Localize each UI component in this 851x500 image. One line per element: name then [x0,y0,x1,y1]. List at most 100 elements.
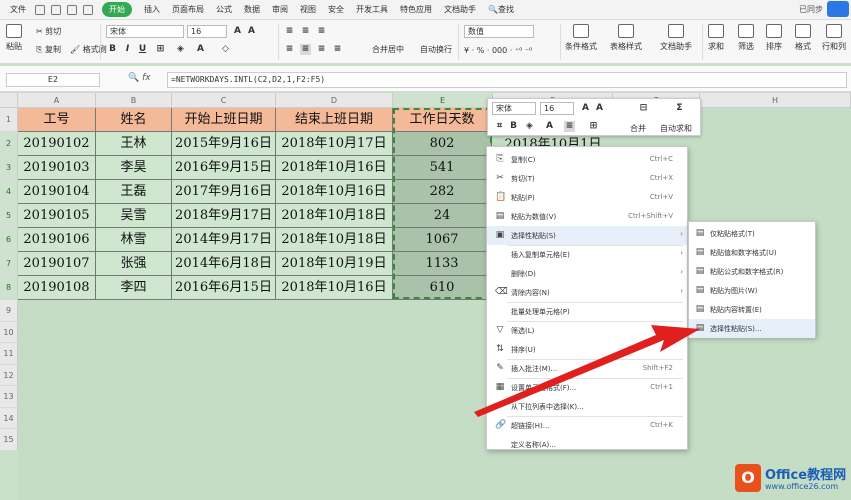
column-header-h[interactable]: H [700,93,851,108]
print-icon[interactable] [51,4,61,15]
column-header-c[interactable]: C [172,93,276,108]
column-header-a[interactable]: A [18,93,96,108]
submenu-item[interactable]: ▤ 粘贴值和数字格式(U) [689,243,815,262]
context-menu-item[interactable]: ▦ 设置单元格格式(F)... Ctrl+1 [487,378,687,397]
context-menu-item[interactable]: 定义名称(A)... [487,435,687,454]
cell-b3[interactable]: 李昊 [96,156,172,180]
font-size-select[interactable]: 16 [187,25,227,38]
name-box[interactable]: E2 [6,73,100,87]
tab-security[interactable]: 安全 [328,4,344,15]
font-name-select[interactable]: 宋体 [106,25,184,38]
filter-button[interactable]: 筛选 [738,24,754,52]
context-menu-item[interactable]: ✎ 插入批注(M)... Shift+F2 [487,359,687,378]
row-header-9[interactable]: 9 [0,300,18,322]
paste-button[interactable]: 粘贴 [6,24,22,52]
context-menu-item[interactable]: ⌫ 清除内容(N) › [487,283,687,302]
cell-c3[interactable]: 2016年9月15日 [172,156,276,180]
align-bottom-icon[interactable]: ≡ [316,26,327,37]
cell-b4[interactable]: 王磊 [96,180,172,204]
cell-b8[interactable]: 李四 [96,276,172,300]
zoom-icon[interactable]: 🔍 [128,73,139,83]
format-painter-button[interactable]: 🖌 格式刷 [70,44,107,55]
row-header-8[interactable]: 8 [0,276,18,300]
cell-a3[interactable]: 20190103 [18,156,96,180]
undo-icon[interactable] [67,4,77,15]
tab-doc-assistant[interactable]: 文档助手 [444,4,476,15]
cell-c7[interactable]: 2014年6月18日 [172,252,276,276]
tab-special[interactable]: 特色应用 [400,4,432,15]
context-menu-item[interactable]: ▤ 粘贴为数值(V) Ctrl+Shift+V [487,207,687,226]
cell-a8[interactable]: 20190108 [18,276,96,300]
cell-b1[interactable]: 姓名 [96,108,172,132]
cloud-badge-icon[interactable] [827,1,849,17]
row-header-3[interactable]: 3 [0,156,18,180]
doc-assistant-button[interactable]: 文档助手 [660,24,692,52]
number-format-icons[interactable]: ¥ · % · 000 · ⁺⁰ ⁻⁰ [464,46,532,55]
save-icon[interactable] [35,4,45,15]
underline-button[interactable]: U [137,44,148,55]
align-right-icon[interactable]: ≡ [316,44,327,55]
cell-d1[interactable]: 结束上班日期 [276,108,393,132]
redo-icon[interactable] [83,4,93,15]
cond-format-button[interactable]: 条件格式 [565,24,597,52]
submenu-item[interactable]: ▤ 粘贴内容转置(E) [689,300,815,319]
row-header-1[interactable]: 1 [0,108,18,132]
sync-status[interactable]: 已同步 [799,4,823,15]
copy-button[interactable]: ⎘ 复制 [36,44,61,55]
cell-b6[interactable]: 林雪 [96,228,172,252]
context-menu-item[interactable]: 删除(D) › [487,264,687,283]
cell-a1[interactable]: 工号 [18,108,96,132]
cell-c5[interactable]: 2018年9月17日 [172,204,276,228]
align-top-icon[interactable]: ≡ [284,26,295,37]
cell-d3[interactable]: 2018年10月16日 [276,156,393,180]
row-header-10[interactable]: 10 [0,321,18,343]
tab-view[interactable]: 视图 [300,4,316,15]
table-style-button[interactable]: 表格样式 [610,24,642,52]
cell-d7[interactable]: 2018年10月19日 [276,252,393,276]
align-middle-icon[interactable]: ≡ [300,26,311,37]
submenu-item[interactable]: ▤ 仅粘贴格式(T) [689,224,815,243]
mini-format-painter-icon[interactable]: ⌗ [494,121,505,132]
mini-fill-icon[interactable]: ◈ [524,121,535,132]
cell-d5[interactable]: 2018年10月18日 [276,204,393,228]
column-header-d[interactable]: D [276,93,393,108]
tab-developer[interactable]: 开发工具 [356,4,388,15]
cell-b7[interactable]: 张强 [96,252,172,276]
font-color-icon[interactable]: A [195,44,206,55]
mini-auto-sum-button[interactable]: 自动求和 [660,123,692,134]
cut-button[interactable]: ✂ 剪切 [36,26,61,37]
cell-c4[interactable]: 2017年9月16日 [172,180,276,204]
tab-home[interactable]: 开始 [102,2,132,17]
tab-data[interactable]: 数据 [244,4,260,15]
context-menu-item[interactable]: 🔗 超链接(H)... Ctrl+K [487,416,687,435]
align-center-icon[interactable]: ≡ [300,44,311,55]
mini-font-color-icon[interactable]: A [544,121,555,132]
cell-d4[interactable]: 2018年10月16日 [276,180,393,204]
merge-center-button[interactable]: 合并居中 [372,44,404,55]
context-menu-item[interactable]: 从下拉列表中选择(K)... [487,397,687,416]
tab-page-layout[interactable]: 页面布局 [172,4,204,15]
row-header-7[interactable]: 7 [0,252,18,276]
sum-button[interactable]: 求和 [708,24,724,52]
clear-format-icon[interactable]: ◇ [220,44,231,55]
grow-font-icon[interactable]: A [232,26,243,37]
cell-b2[interactable]: 王林 [96,132,172,156]
cell-c2[interactable]: 2015年9月16日 [172,132,276,156]
format-button[interactable]: 格式 [795,24,811,52]
cell-e8[interactable]: 610 [393,276,492,300]
mini-size-select[interactable]: 16 [540,102,574,115]
cell-e5[interactable]: 24 [393,204,492,228]
mini-bold-icon[interactable]: B [508,121,519,132]
context-menu-item[interactable]: ▣ 选择性粘贴(S) › [487,226,687,245]
submenu-item[interactable]: ▤ 粘贴为图片(W) [689,281,815,300]
column-header-e[interactable]: E [393,93,493,108]
cell-b5[interactable]: 吴雪 [96,204,172,228]
mini-shrink-font-icon[interactable]: A [594,103,605,114]
cell-c1[interactable]: 开始上班日期 [172,108,276,132]
fx-icon[interactable]: fx [142,73,151,83]
column-header-b[interactable]: B [96,93,172,108]
mini-grow-font-icon[interactable]: A [580,103,591,114]
fill-color-icon[interactable]: ◈ [175,44,186,55]
cell-e2[interactable]: 802 [393,132,492,156]
cell-e4[interactable]: 282 [393,180,492,204]
